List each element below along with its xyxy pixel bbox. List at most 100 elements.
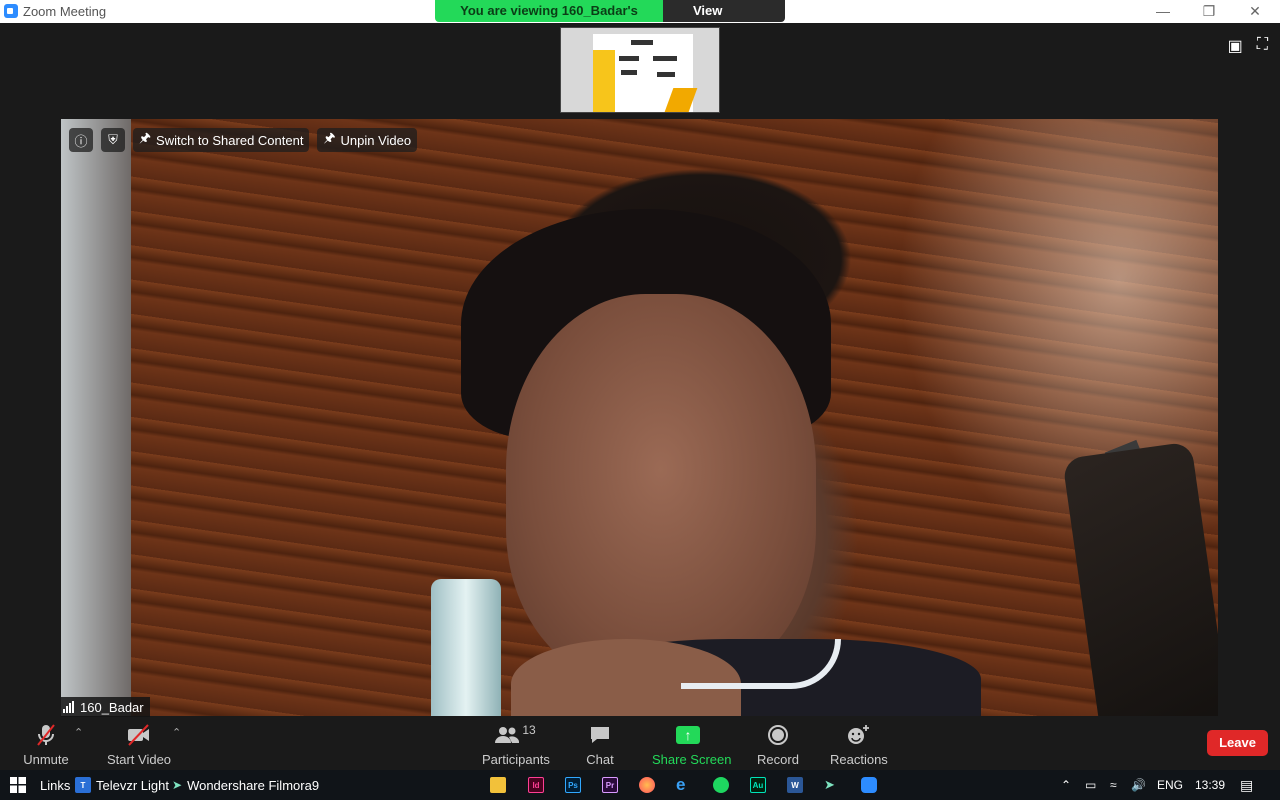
taskbar-app-explorer[interactable] xyxy=(490,770,506,800)
fullscreen-icon[interactable]: ⛶ xyxy=(1257,36,1268,56)
guitar xyxy=(1062,441,1218,716)
viewing-status: You are viewing 160_Badar's screen xyxy=(435,0,663,22)
unmute-button[interactable]: Unmute xyxy=(20,720,72,767)
thumbnail-graphic xyxy=(653,56,677,61)
chat-label: Chat xyxy=(586,752,614,767)
record-label: Record xyxy=(757,752,799,767)
taskbar-app-edge[interactable]: e xyxy=(676,770,685,800)
start-button[interactable] xyxy=(10,770,26,800)
televzr-icon: T xyxy=(75,777,91,793)
share-screen-icon: ↑ xyxy=(652,720,724,750)
video-camera-off-icon xyxy=(106,720,172,750)
zoom-icon xyxy=(861,777,877,793)
unpin-video-button[interactable]: 🖈 Unpin Video xyxy=(317,128,418,152)
filmora-icon: ➤ xyxy=(172,778,183,792)
links-label: Links xyxy=(40,777,71,793)
switch-label: Switch to Shared Content xyxy=(156,132,304,148)
unmute-label: Unmute xyxy=(23,752,69,767)
video-options-caret[interactable]: ⌃ xyxy=(172,726,181,739)
taskbar-app-firefox[interactable] xyxy=(639,770,655,800)
thumbnail-graphic xyxy=(621,70,637,75)
shield-icon[interactable]: ⛨ xyxy=(101,128,125,152)
start-video-label: Start Video xyxy=(106,752,172,767)
chat-icon xyxy=(580,720,620,750)
video-toolbar: ⓘ ⛨ 🖈 Switch to Shared Content 🖈 Unpin V… xyxy=(69,128,418,152)
indesign-icon: Id xyxy=(528,777,544,793)
folder-icon xyxy=(490,777,506,793)
taskbar-app-indesign[interactable]: Id xyxy=(528,770,544,800)
televzr-label: Televzr Light xyxy=(96,777,169,793)
premiere-icon: Pr xyxy=(602,777,618,793)
thumbnail-graphic xyxy=(631,40,653,45)
share-screen-label: Share Screen xyxy=(652,752,732,767)
windows-taskbar: Links T Televzr Light ➤ Wondershare Film… xyxy=(0,770,1280,800)
view-options-button[interactable]: View Options ⌄ xyxy=(663,0,785,22)
audio-options-caret[interactable]: ⌃ xyxy=(74,726,83,739)
participant-video[interactable] xyxy=(61,119,1218,716)
word-icon: W xyxy=(787,777,803,793)
taskbar-app-spotify[interactable] xyxy=(713,770,729,800)
spotify-icon xyxy=(713,777,729,793)
language-indicator[interactable]: ENG xyxy=(1157,770,1183,800)
internet-explorer-icon: e xyxy=(676,775,686,794)
info-icon[interactable]: ⓘ xyxy=(69,128,93,152)
unpin-label: Unpin Video xyxy=(340,132,412,148)
participants-count: 13 xyxy=(522,723,536,737)
record-button[interactable]: Record xyxy=(756,720,800,767)
record-icon xyxy=(756,720,800,750)
top-right-icons: ▣ ⛶ xyxy=(1228,36,1268,56)
reactions-icon xyxy=(830,720,886,750)
pin-icon: 🖈 xyxy=(323,130,336,145)
restore-button[interactable]: ❐ xyxy=(1186,0,1232,23)
taskbar-item-televzr[interactable]: T Televzr Light xyxy=(75,770,169,800)
chat-button[interactable]: Chat xyxy=(580,720,620,767)
viewing-banner: You are viewing 160_Badar's screen View … xyxy=(435,0,785,22)
thumbnail-graphic xyxy=(619,56,639,61)
taskbar-app-photoshop[interactable]: Ps xyxy=(565,770,581,800)
clock[interactable]: 13:39 xyxy=(1195,770,1225,800)
links-toolbar[interactable]: Links xyxy=(40,770,70,800)
background-wall xyxy=(61,119,131,716)
battery-icon[interactable]: ▭ xyxy=(1085,770,1096,800)
close-button[interactable]: ✕ xyxy=(1232,0,1278,23)
signal-icon xyxy=(63,701,74,713)
filmora-label: Wondershare Filmora9 xyxy=(187,777,320,793)
person-face xyxy=(506,294,816,684)
taskbar-app-filmora[interactable]: ➤ xyxy=(824,770,835,800)
leave-button[interactable]: Leave xyxy=(1207,730,1268,756)
participants-icon: 13 xyxy=(482,720,548,750)
thumbnail-graphic xyxy=(657,72,675,77)
start-video-button[interactable]: Start Video xyxy=(106,720,172,767)
participants-label: Participants xyxy=(482,752,550,767)
participant-name: 160_Badar xyxy=(80,699,144,715)
taskbar-app-zoom[interactable] xyxy=(861,770,877,800)
audition-icon: Au xyxy=(750,777,766,793)
view-options-label: View Options xyxy=(693,3,723,18)
share-screen-button[interactable]: ↑ Share Screen xyxy=(652,720,732,767)
earphone-cable xyxy=(681,639,841,689)
chevron-up-icon[interactable]: ⌃ xyxy=(1061,770,1071,800)
water-bottle xyxy=(431,579,501,716)
taskbar-app-audition[interactable]: Au xyxy=(750,770,766,800)
shared-screen-thumbnail[interactable] xyxy=(560,27,720,113)
pin-icon: 🖈 xyxy=(139,130,152,145)
notification-icon[interactable]: ▤ xyxy=(1240,770,1253,800)
window-title: Zoom Meeting xyxy=(23,4,107,19)
windows-icon xyxy=(10,777,26,793)
taskbar-app-word[interactable]: W xyxy=(787,770,803,800)
minimize-button[interactable]: — xyxy=(1140,0,1186,23)
taskbar-app-premiere[interactable]: Pr xyxy=(602,770,618,800)
microphone-muted-icon xyxy=(20,720,72,750)
zoom-icon xyxy=(4,4,18,18)
taskbar-item-filmora[interactable]: ➤ Wondershare Filmora9 xyxy=(172,770,319,800)
reactions-label: Reactions xyxy=(830,752,888,767)
meeting-controls: Unmute ⌃ Start Video ⌃ 13 Participants C… xyxy=(0,718,1280,770)
firefox-icon xyxy=(639,777,655,793)
wifi-icon[interactable]: ≈ xyxy=(1110,770,1117,800)
switch-to-shared-content-button[interactable]: 🖈 Switch to Shared Content xyxy=(133,128,310,152)
photoshop-icon: Ps xyxy=(565,777,581,793)
reactions-button[interactable]: Reactions xyxy=(830,720,888,767)
participants-button[interactable]: 13 Participants xyxy=(482,720,550,767)
volume-icon[interactable]: 🔊 xyxy=(1131,770,1146,800)
layout-icon[interactable]: ▣ xyxy=(1228,36,1243,56)
